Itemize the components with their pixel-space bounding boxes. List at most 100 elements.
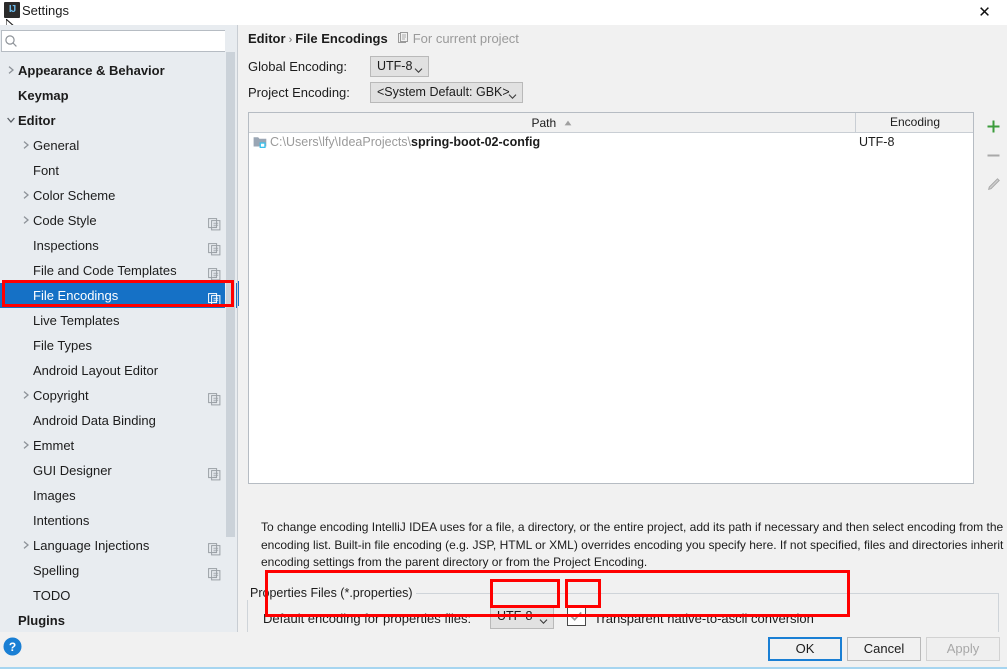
sidebar-item-editor[interactable]: Editor: [0, 108, 237, 133]
path-project-name: spring-boot-02-config: [411, 135, 541, 149]
sidebar-item-appearance-behavior[interactable]: Appearance & Behavior: [0, 58, 237, 83]
copy-settings-icon[interactable]: [208, 564, 221, 581]
sidebar-item-live-templates[interactable]: Live Templates: [0, 308, 237, 333]
project-encoding-value: <System Default: GBK>: [377, 85, 510, 99]
sidebar-item-todo[interactable]: TODO: [0, 583, 237, 608]
sidebar-item-general[interactable]: General: [0, 133, 237, 158]
sidebar-item-images[interactable]: Images: [0, 483, 237, 508]
sidebar-item-label: Plugins: [18, 613, 65, 628]
chevron-down-icon: [508, 88, 517, 99]
sidebar-item-label: Images: [33, 488, 76, 503]
sidebar-item-copyright[interactable]: Copyright: [0, 383, 237, 408]
ok-button[interactable]: OK: [768, 637, 842, 661]
table-toolbar: [980, 112, 1007, 222]
remove-row-button[interactable]: [980, 141, 1007, 170]
table-body: C:\Users\lfy\IdeaProjects\spring-boot-02…: [249, 133, 973, 152]
close-icon[interactable]: ✕: [962, 0, 1007, 25]
copy-settings-icon[interactable]: [208, 289, 221, 306]
search-box[interactable]: [1, 30, 234, 53]
help-icon[interactable]: ?: [3, 637, 22, 656]
sidebar-item-label: Copyright: [33, 388, 89, 403]
sidebar-scrollbar-thumb[interactable]: [226, 52, 235, 537]
file-encodings-panel: Editor › File Encodings For current projec…: [239, 25, 1007, 641]
apply-button[interactable]: Apply: [926, 637, 1000, 661]
sidebar-item-inspections[interactable]: Inspections: [0, 233, 237, 258]
project-encoding-combo[interactable]: <System Default: GBK>: [370, 82, 523, 103]
sidebar-item-font[interactable]: Font: [0, 158, 237, 183]
chevron-down-icon: [539, 613, 548, 631]
cancel-button[interactable]: Cancel: [847, 637, 921, 661]
sidebar-item-code-style[interactable]: Code Style: [0, 208, 237, 233]
sort-ascending-icon: [564, 113, 572, 132]
sidebar-item-file-encodings[interactable]: File Encodings: [0, 283, 237, 308]
search-input[interactable]: [20, 31, 234, 53]
table-header: Path Encoding: [249, 113, 973, 133]
sidebar-item-spelling[interactable]: Spelling: [0, 558, 237, 583]
table-cell-encoding[interactable]: UTF-8: [859, 133, 894, 152]
project-encoding-label: Project Encoding:: [248, 85, 350, 100]
title-bar: IJ Settings ✕: [0, 0, 1007, 25]
sidebar-item-label: Inspections: [33, 238, 99, 253]
sidebar-item-file-types[interactable]: File Types: [0, 333, 237, 358]
copy-settings-icon[interactable]: [208, 239, 221, 256]
sidebar-item-label: Android Data Binding: [33, 413, 156, 428]
properties-files-legend: Properties Files (*.properties): [247, 586, 416, 600]
sidebar-item-keymap[interactable]: Keymap: [0, 83, 237, 108]
breadcrumb-separator: ›: [288, 34, 293, 46]
dialog-footer: ? OK Cancel Apply: [0, 632, 1007, 667]
add-row-button[interactable]: [980, 112, 1007, 141]
sidebar-item-label: File Encodings: [33, 288, 119, 303]
default-encoding-value: UTF-8: [497, 609, 533, 623]
sidebar-item-android-data-binding[interactable]: Android Data Binding: [0, 408, 237, 433]
copy-settings-icon[interactable]: [208, 464, 221, 481]
sidebar-item-label: GUI Designer: [33, 463, 112, 478]
sidebar-item-label: General: [33, 138, 80, 153]
native-to-ascii-checkbox[interactable]: [567, 607, 586, 626]
sidebar-item-label: File Types: [33, 338, 93, 353]
sidebar-item-label: File and Code Templates: [33, 263, 177, 278]
breadcrumb-current: File Encodings: [295, 31, 388, 46]
sidebar-item-label: Spelling: [33, 563, 80, 578]
settings-tree: Appearance & Behavior Keymap Editor General…: [0, 58, 237, 632]
breadcrumb-parent[interactable]: Editor: [248, 31, 286, 46]
copy-settings-icon[interactable]: [208, 389, 221, 406]
edit-row-button[interactable]: [980, 170, 1007, 199]
sidebar-item-label: Language Injections: [33, 538, 150, 553]
sidebar-item-file-and-code-templates[interactable]: File and Code Templates: [0, 258, 237, 283]
sidebar-item-gui-designer[interactable]: GUI Designer: [0, 458, 237, 483]
global-encoding-combo[interactable]: UTF-8: [370, 56, 429, 77]
sidebar-item-color-scheme[interactable]: Color Scheme: [0, 183, 237, 208]
sidebar-item-label: Live Templates: [33, 313, 120, 328]
svg-text:?: ?: [9, 640, 16, 654]
column-header-path-label: Path: [531, 116, 557, 130]
project-folder-icon: [253, 135, 267, 149]
sidebar-item-language-injections[interactable]: Language Injections: [0, 533, 237, 558]
sidebar-item-label: Color Scheme: [33, 188, 116, 203]
chevron-down-icon: [414, 62, 423, 73]
sidebar-item-label: Keymap: [18, 88, 69, 103]
table-row[interactable]: C:\Users\lfy\IdeaProjects\spring-boot-02…: [249, 133, 973, 152]
path-prefix: C:\Users\lfy\IdeaProjects\: [270, 135, 412, 149]
sidebar-item-label: Editor: [18, 113, 56, 128]
encoding-description: To change encoding IntelliJ IDEA uses fo…: [261, 520, 1004, 569]
sidebar-item-intentions[interactable]: Intentions: [0, 508, 237, 533]
sidebar-scrollbar[interactable]: [225, 25, 236, 599]
scope-text: For current project: [412, 31, 519, 46]
intellij-idea-icon: IJ: [4, 2, 20, 18]
column-header-encoding[interactable]: Encoding: [855, 113, 974, 132]
global-encoding-value: UTF-8: [377, 59, 413, 73]
sidebar-item-emmet[interactable]: Emmet: [0, 433, 237, 458]
encodings-table: Path Encoding C:\Users\lfy\IdeaProjects\…: [248, 112, 974, 484]
sidebar-item-plugins[interactable]: Plugins: [0, 608, 237, 632]
default-encoding-label: Default encoding for properties files:: [263, 611, 472, 626]
sidebar-item-label: TODO: [33, 588, 71, 603]
copy-settings-icon[interactable]: [208, 214, 221, 231]
sidebar-item-label: Appearance & Behavior: [18, 63, 165, 78]
column-header-path[interactable]: Path: [249, 113, 854, 132]
settings-sidebar: Appearance & Behavior Keymap Editor General…: [0, 25, 238, 632]
copy-settings-icon[interactable]: [208, 539, 221, 556]
sidebar-item-android-layout-editor[interactable]: Android Layout Editor: [0, 358, 237, 383]
sidebar-item-label: Code Style: [33, 213, 97, 228]
copy-settings-icon[interactable]: [208, 264, 221, 281]
default-encoding-combo[interactable]: UTF-8: [490, 606, 554, 629]
